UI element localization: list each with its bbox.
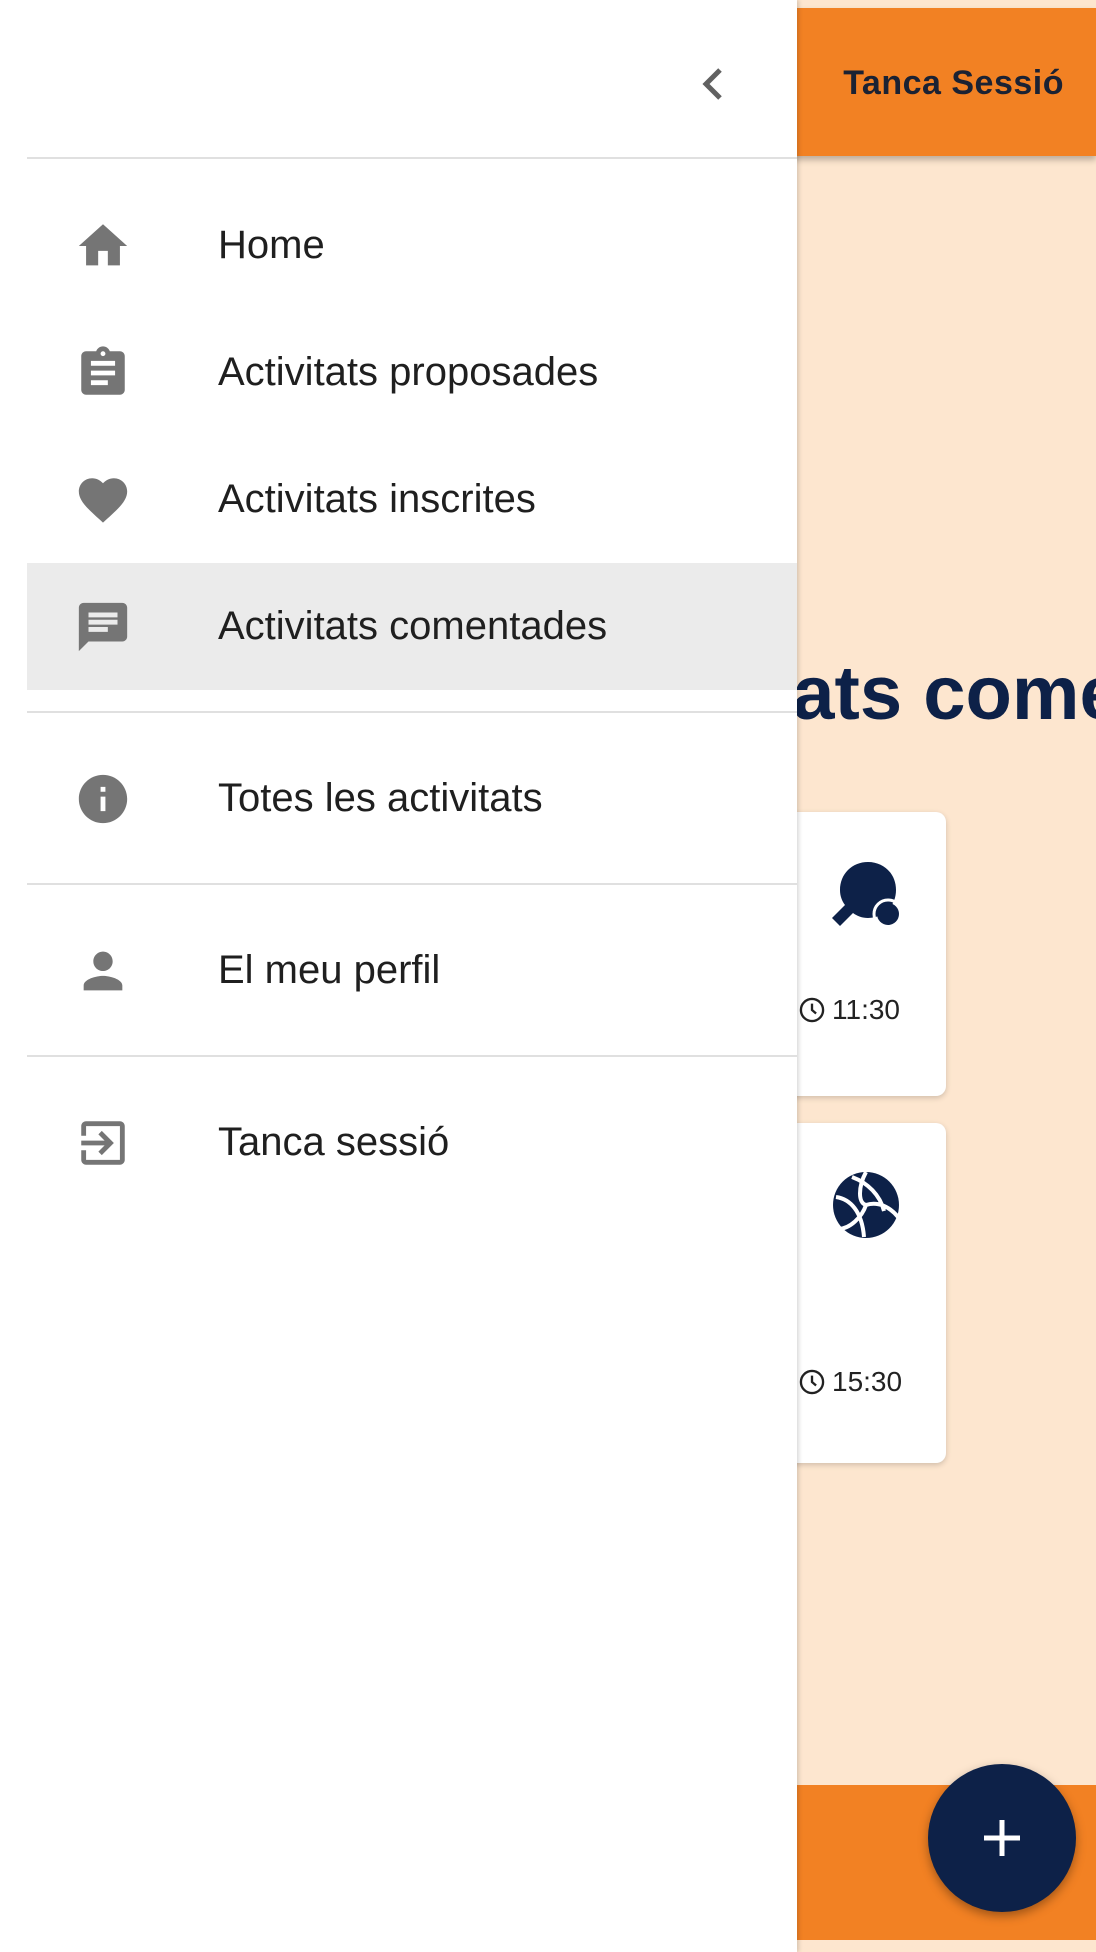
nav-item-all-activities[interactable]: Totes les activitats	[27, 735, 797, 862]
navigation-drawer: Home Activitats proposades Activitats in…	[0, 0, 797, 1952]
nav-item-enrolled-activities[interactable]: Activitats inscrites	[27, 436, 797, 563]
nav-item-home[interactable]: Home	[27, 182, 797, 309]
chevron-left-icon[interactable]	[692, 60, 732, 108]
nav-item-label: Activitats inscrites	[218, 477, 536, 521]
nav-item-logout[interactable]: Tanca sessió	[27, 1079, 797, 1206]
divider	[27, 157, 797, 159]
nav-item-commented-activities[interactable]: Activitats comentades	[27, 563, 797, 690]
volleyball-icon	[833, 1171, 900, 1238]
nav-item-my-profile[interactable]: El meu perfil	[27, 907, 797, 1034]
plus-icon	[984, 1820, 1020, 1856]
clipboard-icon	[73, 343, 133, 403]
divider	[27, 711, 797, 713]
drawer-header	[0, 0, 797, 158]
nav-item-label: Totes les activitats	[218, 776, 543, 820]
logout-button[interactable]: Tanca Sessió	[843, 64, 1064, 103]
activity-time: 15:30	[798, 1366, 902, 1398]
nav-item-label: Activitats proposades	[218, 350, 599, 394]
heart-icon	[73, 470, 133, 530]
activity-time-label: 11:30	[832, 994, 900, 1025]
activity-time: 11:30	[798, 994, 900, 1026]
exit-icon	[73, 1113, 133, 1173]
clock-icon	[799, 1369, 825, 1395]
comment-icon	[73, 597, 133, 657]
person-icon	[73, 941, 133, 1001]
nav-item-label: El meu perfil	[218, 948, 441, 992]
home-icon	[73, 216, 133, 276]
nav-item-label: Home	[218, 223, 325, 267]
nav-item-proposed-activities[interactable]: Activitats proposades	[27, 309, 797, 436]
clock-icon	[799, 997, 825, 1023]
add-activity-button[interactable]	[928, 1764, 1076, 1912]
activity-time-label: 15:30	[832, 1366, 903, 1397]
divider	[27, 883, 797, 885]
ping-pong-icon	[832, 862, 904, 930]
nav-item-label: Tanca sessió	[218, 1120, 450, 1164]
divider	[27, 1055, 797, 1057]
info-icon	[73, 769, 133, 829]
nav-item-label: Activitats comentades	[218, 604, 608, 648]
